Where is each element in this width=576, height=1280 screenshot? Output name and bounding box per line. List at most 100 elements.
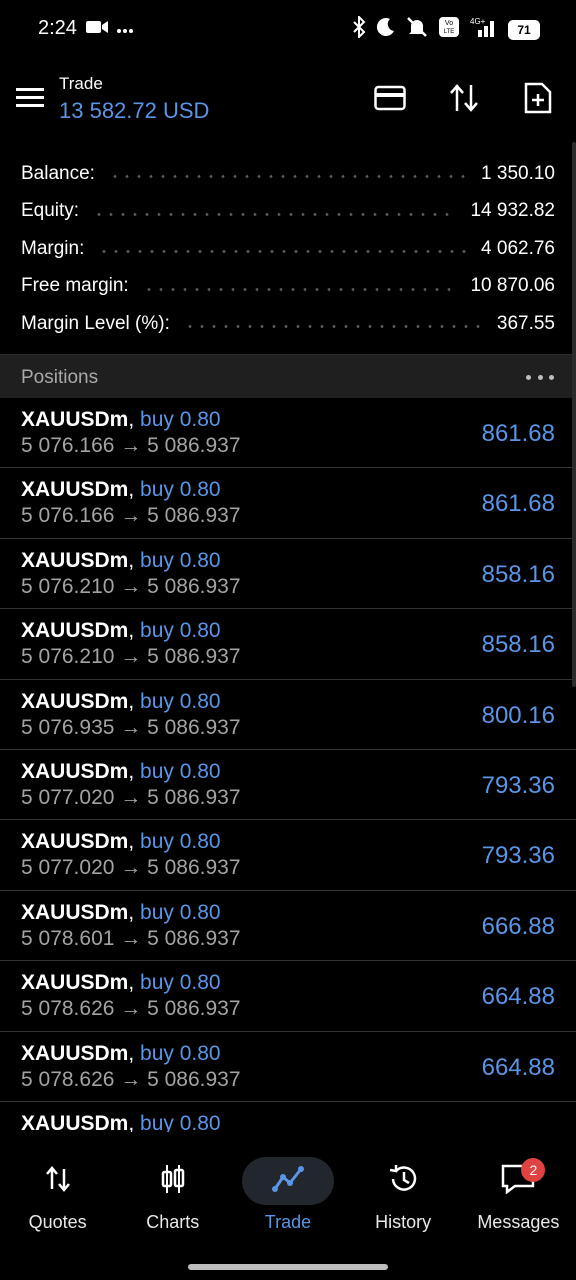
position-side: buy 0.80 xyxy=(140,689,221,713)
position-row[interactable]: XAUUSDm, buy 0.80 5 078.626 → 5 086.937 … xyxy=(0,1032,576,1102)
position-side: buy 0.80 xyxy=(140,408,221,431)
mute-bell-icon xyxy=(406,16,428,43)
summary-label: Equity: xyxy=(21,200,80,222)
dotted-leader xyxy=(183,325,483,329)
summary-row-free-margin: Free margin: 10 870.06 xyxy=(0,268,576,306)
position-profit: 861.68 xyxy=(481,490,555,518)
position-row[interactable]: XAUUSDm, buy 0.80 5 076.166 → 5 086.937 … xyxy=(0,398,576,469)
positions-section-header: Positions xyxy=(0,354,576,398)
position-prices: 5 078.626 → 5 086.937 xyxy=(21,1067,241,1091)
position-profit: 793.36 xyxy=(481,842,555,870)
position-row[interactable]: XAUUSDm, buy 0.80 5 078.626 → 5 086.937 … xyxy=(0,961,576,1032)
nav-label: Charts xyxy=(146,1212,200,1232)
nav-label: Messages xyxy=(477,1212,560,1232)
position-row[interactable]: XAUUSDm, buy 0.80 5 076.166 → 5 086.937 … xyxy=(0,468,576,539)
summary-label: Margin: xyxy=(21,237,85,259)
position-symbol: XAUUSDm xyxy=(21,689,129,713)
position-symbol: XAUUSDm xyxy=(21,408,129,431)
position-symbol: XAUUSDm xyxy=(21,548,129,572)
position-prices: 5 076.166 → 5 086.937 xyxy=(21,504,241,528)
svg-text:Vo: Vo xyxy=(445,20,453,27)
svg-text:4G+: 4G+ xyxy=(470,17,486,26)
position-side: buy 0.80 xyxy=(140,478,221,502)
summary-value: 367.55 xyxy=(496,312,555,334)
summary-value: 4 062.76 xyxy=(481,237,555,259)
nav-item-quotes[interactable]: Quotes xyxy=(0,1132,115,1242)
position-row[interactable]: XAUUSDm, buy 0.80 xyxy=(0,1102,576,1132)
app-header: Trade 13 582.72 USD xyxy=(0,58,576,142)
nav-label: Quotes xyxy=(28,1212,87,1232)
deposit-card-icon[interactable] xyxy=(374,80,406,116)
history-icon xyxy=(387,1164,419,1199)
nav-label: Trade xyxy=(264,1212,312,1232)
position-row[interactable]: XAUUSDm, buy 0.80 5 078.601 → 5 086.937 … xyxy=(0,891,576,962)
position-side: buy 0.80 xyxy=(140,900,221,924)
nav-item-charts[interactable]: Charts xyxy=(115,1132,230,1242)
position-side: buy 0.80 xyxy=(140,1111,221,1132)
more-options-icon[interactable] xyxy=(526,369,554,385)
position-profit: 793.36 xyxy=(481,771,555,799)
position-symbol: XAUUSDm xyxy=(21,900,129,924)
nav-active-indicator xyxy=(241,1157,334,1205)
position-row[interactable]: XAUUSDm, buy 0.80 5 077.020 → 5 086.937 … xyxy=(0,820,576,891)
position-row[interactable]: XAUUSDm, buy 0.80 5 076.935 → 5 086.937 … xyxy=(0,680,576,750)
position-prices: 5 076.166 → 5 086.937 xyxy=(21,434,241,457)
scrollbar[interactable] xyxy=(572,142,576,687)
new-order-icon[interactable] xyxy=(522,80,554,116)
home-indicator[interactable] xyxy=(188,1264,388,1270)
video-camera-icon xyxy=(86,19,108,40)
summary-row-margin-level: Margin Level (%): 367.55 xyxy=(0,305,576,343)
dotted-leader xyxy=(142,287,457,291)
nav-item-messages[interactable]: 2 Messages xyxy=(461,1132,576,1242)
status-left-icons xyxy=(86,19,134,40)
position-profit: 666.88 xyxy=(481,912,555,940)
positions-title: Positions xyxy=(21,367,99,388)
svg-text:LTE: LTE xyxy=(444,29,455,35)
dotted-leader xyxy=(93,212,457,216)
summary-label: Margin Level (%): xyxy=(21,312,170,334)
header-actions xyxy=(374,80,554,116)
position-prices: 5 076.210 → 5 086.937 xyxy=(21,645,241,669)
position-profit: 800.16 xyxy=(481,701,555,729)
nav-item-trade[interactable]: Trade xyxy=(230,1132,345,1242)
charts-icon xyxy=(159,1164,187,1199)
signal-4g-icon: 4G+ xyxy=(470,16,498,43)
position-side: buy 0.80 xyxy=(140,759,221,783)
nav-item-history[interactable]: History xyxy=(346,1132,461,1242)
position-prices: 5 076.935 → 5 086.937 xyxy=(21,715,241,739)
position-side: buy 0.80 xyxy=(140,971,221,995)
account-total: 13 582.72 USD xyxy=(59,98,210,123)
dotted-leader xyxy=(108,175,468,179)
page-title: Trade xyxy=(59,74,103,93)
dotted-leader xyxy=(98,250,468,254)
unread-badge: 2 xyxy=(521,1157,546,1182)
more-notifications-icon xyxy=(116,21,134,39)
position-symbol: XAUUSDm xyxy=(21,619,129,643)
messages-icon: 2 xyxy=(501,1157,546,1199)
position-prices: 5 078.601 → 5 086.937 xyxy=(21,926,241,950)
position-profit: 858.16 xyxy=(481,560,555,588)
position-row[interactable]: XAUUSDm, buy 0.80 5 077.020 → 5 086.937 … xyxy=(0,750,576,821)
status-time: 2:24 xyxy=(38,17,77,39)
title-block: Trade 13 582.72 USD xyxy=(59,74,209,124)
sort-icon[interactable] xyxy=(448,80,480,116)
position-symbol: XAUUSDm xyxy=(21,478,129,502)
menu-icon[interactable] xyxy=(16,86,44,110)
position-side: buy 0.80 xyxy=(140,548,221,572)
summary-value: 10 870.06 xyxy=(470,275,555,297)
trade-icon xyxy=(271,1165,304,1198)
summary-row-balance: Balance: 1 350.10 xyxy=(0,155,576,193)
position-symbol: XAUUSDm xyxy=(21,1111,129,1132)
status-bar: 2:24 Vo LTE 4G+ 71 xyxy=(0,0,576,58)
position-side: buy 0.80 xyxy=(140,1041,221,1065)
position-prices: 5 077.020 → 5 086.937 xyxy=(21,856,241,880)
status-right-icons: Vo LTE 4G+ 71 xyxy=(352,14,540,43)
position-symbol: XAUUSDm xyxy=(21,1041,129,1065)
summary-row-margin: Margin: 4 062.76 xyxy=(0,230,576,268)
position-row[interactable]: XAUUSDm, buy 0.80 5 076.210 → 5 086.937 … xyxy=(0,609,576,680)
position-symbol: XAUUSDm xyxy=(21,830,129,854)
nav-label: History xyxy=(375,1212,432,1232)
bottom-navigation: Quotes Charts Trade History 2 Messages xyxy=(0,1132,576,1242)
summary-label: Balance: xyxy=(21,162,95,184)
position-row[interactable]: XAUUSDm, buy 0.80 5 076.210 → 5 086.937 … xyxy=(0,539,576,610)
